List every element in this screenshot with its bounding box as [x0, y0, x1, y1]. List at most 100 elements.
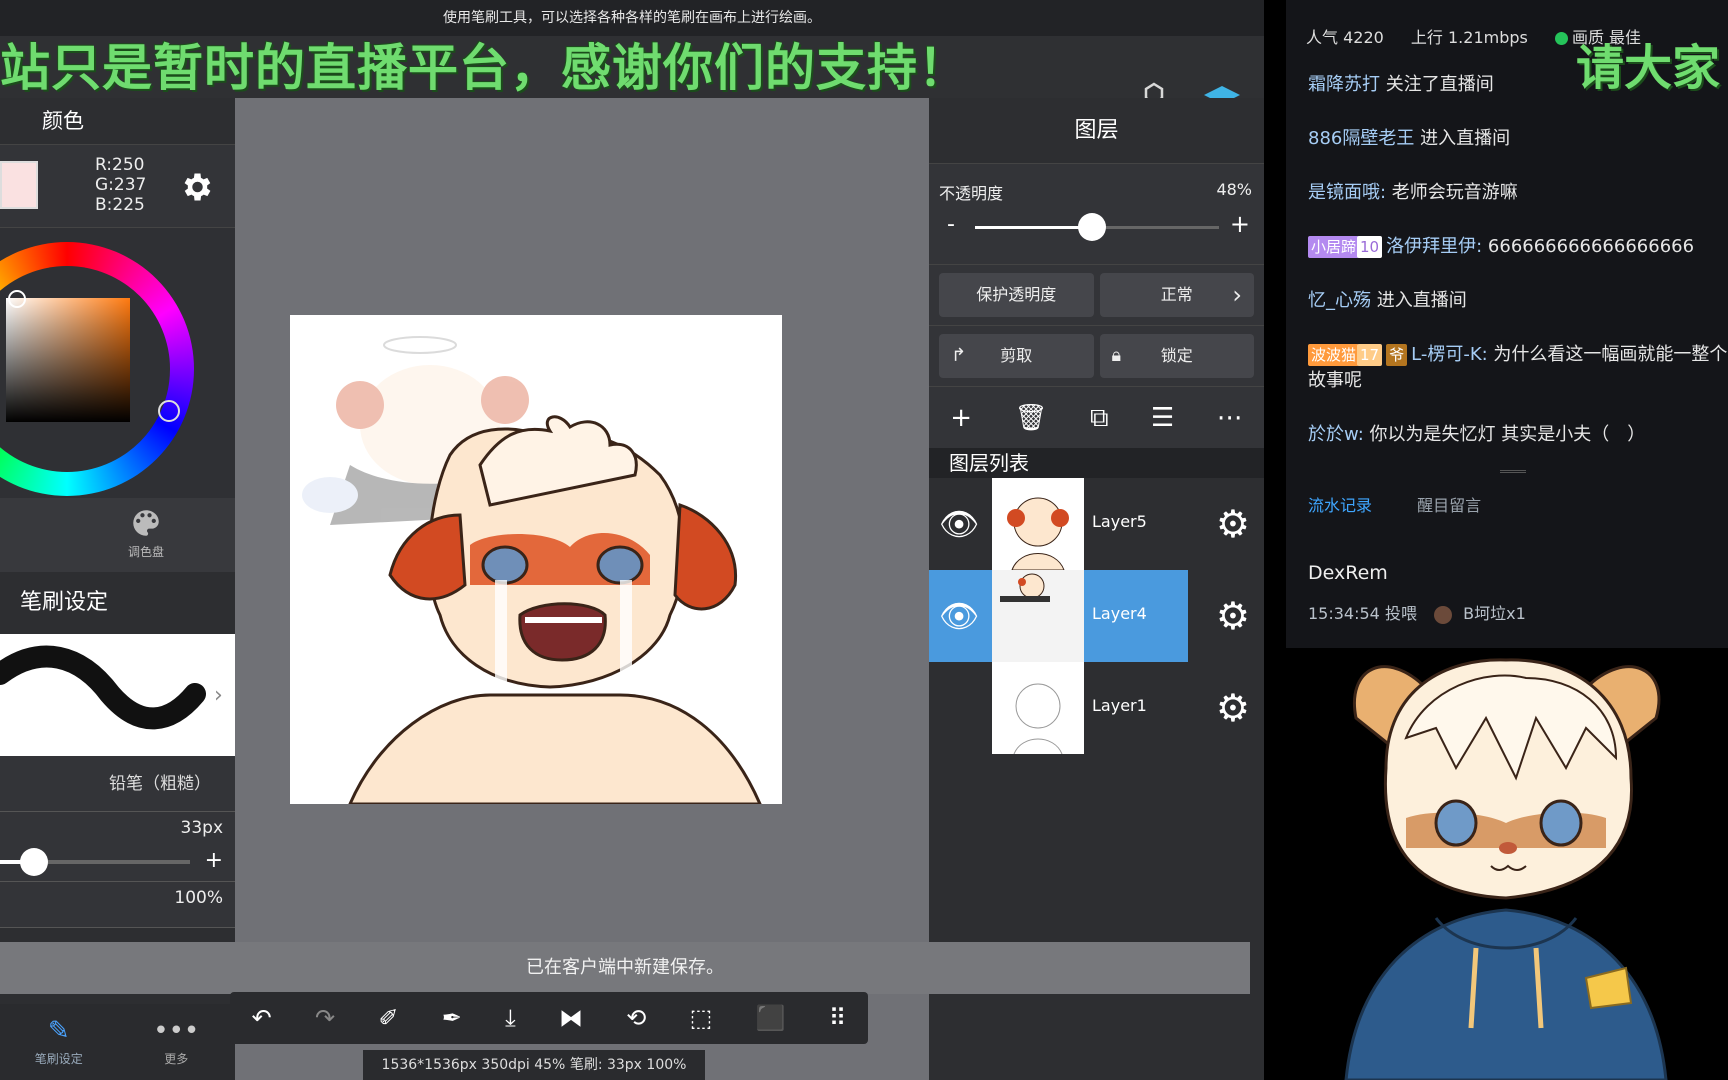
brush-size-track[interactable] [0, 848, 190, 876]
brush-panel-title: 笔刷设定 [0, 572, 235, 634]
blend-mode-label: 正常 [1160, 285, 1193, 304]
nav-more-label: 更多 [164, 1052, 189, 1066]
layer-list: 👁︎ Layer5 ⚙ 👁︎ Layer4 ⚙ Layer1 ⚙ [929, 478, 1264, 754]
layer-settings-gear-icon[interactable]: ⚙ [1216, 594, 1250, 638]
scrolling-ticker: 站只是暂时的直播平台，感谢你们的支持！ [0, 39, 969, 97]
undo-icon[interactable]: ↶ [252, 1004, 272, 1032]
layer-opacity-block: 不透明度 48% - + [929, 164, 1264, 264]
tab-super-chat[interactable]: 醒目留言 [1417, 496, 1481, 515]
trash-icon[interactable]: 🗑︎ [1014, 387, 1047, 448]
layer-row-layer1[interactable]: Layer1 ⚙ [929, 662, 1264, 754]
nav-brush-settings-label: 笔刷设定 [34, 1052, 83, 1066]
tab-flow-record[interactable]: 流水记录 [1308, 496, 1372, 515]
current-color-swatch[interactable] [0, 161, 38, 209]
brush-settings-icon: ✎ [47, 1016, 70, 1046]
brush-name[interactable]: 铅笔（粗糙） [0, 756, 235, 812]
layer-opacity-knob[interactable] [1078, 213, 1107, 241]
protect-alpha-button[interactable]: 保护透明度 [939, 273, 1094, 317]
add-layer-icon[interactable]: + [950, 387, 972, 448]
nav-brush-settings[interactable]: ✎ 笔刷设定 [0, 1004, 118, 1080]
layer-thumbnail [992, 570, 1084, 662]
layers-panel: 图层 不透明度 48% - + 保护透明度 正常 › ↱ 剪取 🔒︎ 锁定 + … [929, 98, 1264, 1080]
chat-message: 886隔壁老王 进入直播间 [1308, 128, 1511, 149]
artboard[interactable] [290, 315, 782, 804]
fan-level: 10 [1357, 236, 1383, 258]
brush-size-plus-button[interactable]: + [205, 848, 223, 873]
layer-row-layer4[interactable]: 👁︎ Layer4 ⚙ [929, 570, 1264, 662]
more-options-icon[interactable]: ⋯ [1217, 387, 1243, 448]
gift-avatar [1434, 605, 1453, 624]
layer-opacity-track[interactable] [975, 213, 1219, 241]
eye-icon[interactable]: 👁︎ [929, 478, 989, 570]
layer-settings-gear-icon[interactable]: ⚙ [1216, 502, 1250, 546]
layer-opacity-plus-button[interactable]: + [1230, 210, 1250, 238]
palette-label: 调色盘 [128, 545, 165, 559]
fan-badge: 小居蹄 [1308, 236, 1360, 258]
layer-row-layer5[interactable]: 👁︎ Layer5 ⚙ [929, 478, 1264, 570]
clip-button[interactable]: ↱ 剪取 [939, 334, 1094, 378]
lock-button[interactable]: 🔒︎ 锁定 [1099, 334, 1254, 378]
bottom-toolbar: ↶ ↷ ✐ ✒ ⤓ ⧓ ⟲ ⬚ ⬛ ⠿ [230, 992, 868, 1044]
duplicate-layer-icon[interactable]: ⧉ [1090, 387, 1109, 448]
green-value: G:237 [95, 175, 147, 195]
layer-opacity-value: 48% [1216, 180, 1252, 199]
layer-settings-gear-icon[interactable]: ⚙ [1216, 686, 1250, 730]
brush-preview[interactable]: › [0, 634, 235, 756]
brush-size-slider[interactable]: 33px + [0, 812, 235, 882]
grid-menu-icon[interactable]: ⠿ [829, 1004, 847, 1032]
brush-size-knob[interactable] [20, 848, 49, 876]
palette-row: 调色盘 [0, 498, 235, 572]
layer-clip-row: ↱ 剪取 🔒︎ 锁定 [929, 325, 1264, 386]
eyedropper-icon[interactable]: ✒ [442, 1004, 462, 1032]
resize-handle[interactable] [1500, 470, 1526, 473]
clip-arrow-icon: ↱ [951, 345, 967, 366]
hue-picker[interactable] [158, 400, 180, 422]
color-settings-gear-icon[interactable] [178, 169, 214, 205]
brush-opacity-value: 100% [174, 888, 223, 908]
redo-icon[interactable]: ↷ [315, 1004, 335, 1032]
popularity-count: 人气 4220 [1306, 28, 1384, 47]
sv-picker[interactable] [8, 290, 26, 308]
chat-message: 於於w: 你以为是失忆灯 其实是小夫（ ） [1308, 424, 1646, 445]
download-icon[interactable]: ⤓ [505, 1004, 516, 1032]
layer-opacity-minus-button[interactable]: - [947, 212, 955, 237]
flip-icon[interactable]: ⧓ [559, 1004, 583, 1032]
brush-stroke-preview: › [0, 645, 223, 730]
brush-tool-icon[interactable]: ✐ [378, 1004, 398, 1032]
fullscreen-icon[interactable]: ⬛ [756, 1004, 786, 1032]
rgb-readout: R:250 G:237 B:225 [95, 155, 146, 215]
chat-message: 忆_心殇 进入直播间 [1308, 290, 1467, 311]
layer-mode-row: 保护透明度 正常 › [929, 264, 1264, 325]
color-wheel-area [0, 228, 235, 498]
sv-square[interactable] [6, 298, 130, 422]
rotate-icon[interactable]: ⟲ [626, 1004, 646, 1032]
clip-label: 剪取 [1000, 346, 1033, 365]
record-entry: 15:34:54 投喂 B坷垃x1 [1308, 600, 1526, 624]
status-dot-icon [1554, 32, 1568, 45]
blue-value: B:225 [95, 195, 145, 215]
color-info: R:250 G:237 B:225 [0, 144, 235, 228]
layers-panel-title: 图层 [929, 98, 1264, 164]
canvas-area[interactable] [235, 98, 929, 1080]
svg-text:›: › [214, 683, 223, 708]
chevron-right-icon: › [1232, 281, 1242, 309]
nav-more[interactable]: ••• 更多 [118, 1004, 236, 1080]
stream-panel: 人气 4220 上行 1.21mbps 画质 最佳 请大家 霜降苏打 关注了直播… [1286, 0, 1728, 648]
chat-list: 霜降苏打 关注了直播间 886隔壁老王 进入直播间 是镜面哦: 老师会玩音游嘛 … [1308, 72, 1728, 476]
artwork-illustration [302, 336, 762, 804]
transform-icon[interactable]: ⬚ [690, 1004, 713, 1032]
layer-list-title: 图层列表 [929, 448, 1264, 478]
list-icon[interactable]: ☰ [1151, 387, 1174, 448]
stream-tabs: 流水记录 醒目留言 [1308, 492, 1521, 516]
palette-button[interactable]: 调色盘 [128, 506, 164, 560]
layer-opacity-label: 不透明度 [939, 184, 1004, 203]
layer-tool-row: + 🗑︎ ⧉ ☰ ⋯ [929, 386, 1264, 448]
blend-mode-button[interactable]: 正常 › [1099, 273, 1254, 317]
eye-icon[interactable]: 👁︎ [929, 570, 989, 662]
layer-name: Layer5 [1092, 512, 1147, 531]
brush-opacity-slider[interactable]: 100% [0, 882, 235, 928]
record-user: DexRem [1308, 562, 1388, 584]
vtuber-avatar [1344, 658, 1668, 1080]
layer-name: Layer4 [1092, 604, 1147, 623]
palette-icon [133, 510, 159, 536]
